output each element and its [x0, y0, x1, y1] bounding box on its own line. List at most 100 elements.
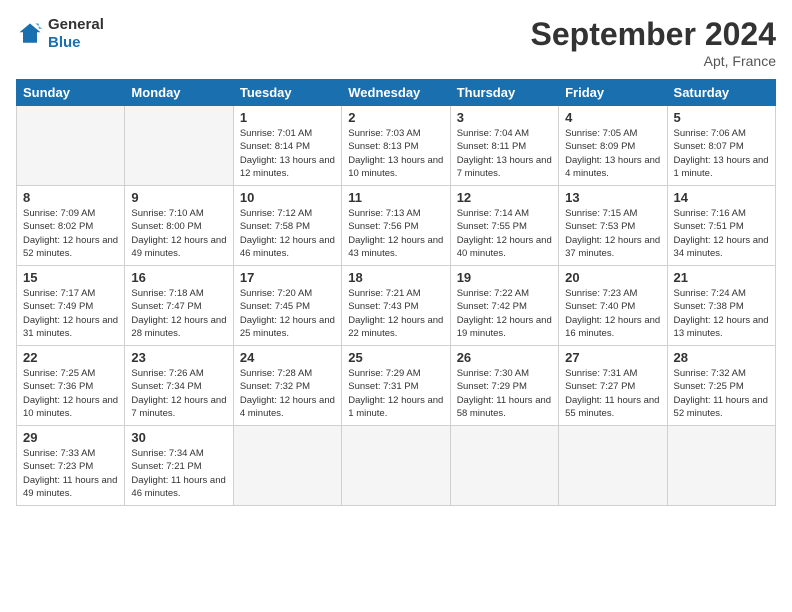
day-info: Sunrise: 7:14 AMSunset: 7:55 PMDaylight:… — [457, 207, 552, 260]
day-number: 2 — [348, 110, 443, 125]
day-info: Sunrise: 7:12 AMSunset: 7:58 PMDaylight:… — [240, 207, 335, 260]
location: Apt, France — [531, 53, 776, 69]
table-row: 24 Sunrise: 7:28 AMSunset: 7:32 PMDaylig… — [233, 346, 341, 426]
col-tuesday: Tuesday — [233, 80, 341, 106]
calendar-row: 1 Sunrise: 7:01 AMSunset: 8:14 PMDayligh… — [17, 106, 776, 186]
day-info: Sunrise: 7:23 AMSunset: 7:40 PMDaylight:… — [565, 287, 660, 340]
logo-text: General Blue — [48, 16, 104, 52]
day-info: Sunrise: 7:13 AMSunset: 7:56 PMDaylight:… — [348, 207, 443, 260]
col-friday: Friday — [559, 80, 667, 106]
day-number: 1 — [240, 110, 335, 125]
day-number: 3 — [457, 110, 552, 125]
table-row: 12 Sunrise: 7:14 AMSunset: 7:55 PMDaylig… — [450, 186, 558, 266]
table-row: 25 Sunrise: 7:29 AMSunset: 7:31 PMDaylig… — [342, 346, 450, 426]
day-info: Sunrise: 7:04 AMSunset: 8:11 PMDaylight:… — [457, 127, 552, 180]
day-number: 29 — [23, 430, 118, 445]
day-info: Sunrise: 7:29 AMSunset: 7:31 PMDaylight:… — [348, 367, 443, 420]
day-info: Sunrise: 7:10 AMSunset: 8:00 PMDaylight:… — [131, 207, 226, 260]
table-row: 20 Sunrise: 7:23 AMSunset: 7:40 PMDaylig… — [559, 266, 667, 346]
page-container: General Blue September 2024 Apt, France … — [0, 0, 792, 514]
day-info: Sunrise: 7:20 AMSunset: 7:45 PMDaylight:… — [240, 287, 335, 340]
month-title: September 2024 — [531, 16, 776, 53]
table-row: 22 Sunrise: 7:25 AMSunset: 7:36 PMDaylig… — [17, 346, 125, 426]
table-row — [233, 426, 341, 506]
day-number: 24 — [240, 350, 335, 365]
day-info: Sunrise: 7:28 AMSunset: 7:32 PMDaylight:… — [240, 367, 335, 420]
table-row: 11 Sunrise: 7:13 AMSunset: 7:56 PMDaylig… — [342, 186, 450, 266]
day-info: Sunrise: 7:18 AMSunset: 7:47 PMDaylight:… — [131, 287, 226, 340]
day-info: Sunrise: 7:32 AMSunset: 7:25 PMDaylight:… — [674, 367, 769, 420]
day-info: Sunrise: 7:06 AMSunset: 8:07 PMDaylight:… — [674, 127, 769, 180]
day-info: Sunrise: 7:05 AMSunset: 8:09 PMDaylight:… — [565, 127, 660, 180]
table-row: 30 Sunrise: 7:34 AMSunset: 7:21 PMDaylig… — [125, 426, 233, 506]
day-info: Sunrise: 7:17 AMSunset: 7:49 PMDaylight:… — [23, 287, 118, 340]
day-number: 5 — [674, 110, 769, 125]
day-number: 14 — [674, 190, 769, 205]
table-row: 3 Sunrise: 7:04 AMSunset: 8:11 PMDayligh… — [450, 106, 558, 186]
day-info: Sunrise: 7:16 AMSunset: 7:51 PMDaylight:… — [674, 207, 769, 260]
table-row: 14 Sunrise: 7:16 AMSunset: 7:51 PMDaylig… — [667, 186, 775, 266]
table-row: 17 Sunrise: 7:20 AMSunset: 7:45 PMDaylig… — [233, 266, 341, 346]
day-info: Sunrise: 7:30 AMSunset: 7:29 PMDaylight:… — [457, 367, 552, 420]
day-number: 26 — [457, 350, 552, 365]
day-number: 10 — [240, 190, 335, 205]
day-info: Sunrise: 7:24 AMSunset: 7:38 PMDaylight:… — [674, 287, 769, 340]
col-saturday: Saturday — [667, 80, 775, 106]
table-row: 9 Sunrise: 7:10 AMSunset: 8:00 PMDayligh… — [125, 186, 233, 266]
table-row: 13 Sunrise: 7:15 AMSunset: 7:53 PMDaylig… — [559, 186, 667, 266]
table-row: 5 Sunrise: 7:06 AMSunset: 8:07 PMDayligh… — [667, 106, 775, 186]
logo-icon — [16, 20, 44, 48]
day-info: Sunrise: 7:31 AMSunset: 7:27 PMDaylight:… — [565, 367, 660, 420]
calendar-row: 8 Sunrise: 7:09 AMSunset: 8:02 PMDayligh… — [17, 186, 776, 266]
table-row: 27 Sunrise: 7:31 AMSunset: 7:27 PMDaylig… — [559, 346, 667, 426]
day-info: Sunrise: 7:34 AMSunset: 7:21 PMDaylight:… — [131, 447, 226, 500]
day-number: 18 — [348, 270, 443, 285]
day-info: Sunrise: 7:26 AMSunset: 7:34 PMDaylight:… — [131, 367, 226, 420]
table-row: 2 Sunrise: 7:03 AMSunset: 8:13 PMDayligh… — [342, 106, 450, 186]
day-number: 15 — [23, 270, 118, 285]
day-info: Sunrise: 7:01 AMSunset: 8:14 PMDaylight:… — [240, 127, 335, 180]
col-wednesday: Wednesday — [342, 80, 450, 106]
day-number: 28 — [674, 350, 769, 365]
day-number: 9 — [131, 190, 226, 205]
day-number: 4 — [565, 110, 660, 125]
table-row: 4 Sunrise: 7:05 AMSunset: 8:09 PMDayligh… — [559, 106, 667, 186]
day-number: 8 — [23, 190, 118, 205]
day-info: Sunrise: 7:22 AMSunset: 7:42 PMDaylight:… — [457, 287, 552, 340]
title-block: September 2024 Apt, France — [531, 16, 776, 69]
table-row — [450, 426, 558, 506]
day-info: Sunrise: 7:03 AMSunset: 8:13 PMDaylight:… — [348, 127, 443, 180]
day-number: 21 — [674, 270, 769, 285]
calendar-row: 29 Sunrise: 7:33 AMSunset: 7:23 PMDaylig… — [17, 426, 776, 506]
table-row — [125, 106, 233, 186]
day-info: Sunrise: 7:15 AMSunset: 7:53 PMDaylight:… — [565, 207, 660, 260]
col-thursday: Thursday — [450, 80, 558, 106]
day-number: 16 — [131, 270, 226, 285]
table-row — [667, 426, 775, 506]
calendar-table: Sunday Monday Tuesday Wednesday Thursday… — [16, 79, 776, 506]
day-number: 30 — [131, 430, 226, 445]
day-number: 22 — [23, 350, 118, 365]
table-row — [559, 426, 667, 506]
calendar-row: 15 Sunrise: 7:17 AMSunset: 7:49 PMDaylig… — [17, 266, 776, 346]
table-row — [17, 106, 125, 186]
day-number: 13 — [565, 190, 660, 205]
day-number: 27 — [565, 350, 660, 365]
logo: General Blue — [16, 16, 104, 52]
table-row: 8 Sunrise: 7:09 AMSunset: 8:02 PMDayligh… — [17, 186, 125, 266]
table-row: 29 Sunrise: 7:33 AMSunset: 7:23 PMDaylig… — [17, 426, 125, 506]
day-number: 19 — [457, 270, 552, 285]
day-number: 12 — [457, 190, 552, 205]
day-number: 25 — [348, 350, 443, 365]
day-info: Sunrise: 7:33 AMSunset: 7:23 PMDaylight:… — [23, 447, 118, 500]
day-number: 11 — [348, 190, 443, 205]
page-header: General Blue September 2024 Apt, France — [16, 16, 776, 69]
day-number: 17 — [240, 270, 335, 285]
day-number: 20 — [565, 270, 660, 285]
table-row: 26 Sunrise: 7:30 AMSunset: 7:29 PMDaylig… — [450, 346, 558, 426]
table-row: 28 Sunrise: 7:32 AMSunset: 7:25 PMDaylig… — [667, 346, 775, 426]
table-row: 15 Sunrise: 7:17 AMSunset: 7:49 PMDaylig… — [17, 266, 125, 346]
table-row — [342, 426, 450, 506]
table-row: 10 Sunrise: 7:12 AMSunset: 7:58 PMDaylig… — [233, 186, 341, 266]
day-info: Sunrise: 7:25 AMSunset: 7:36 PMDaylight:… — [23, 367, 118, 420]
